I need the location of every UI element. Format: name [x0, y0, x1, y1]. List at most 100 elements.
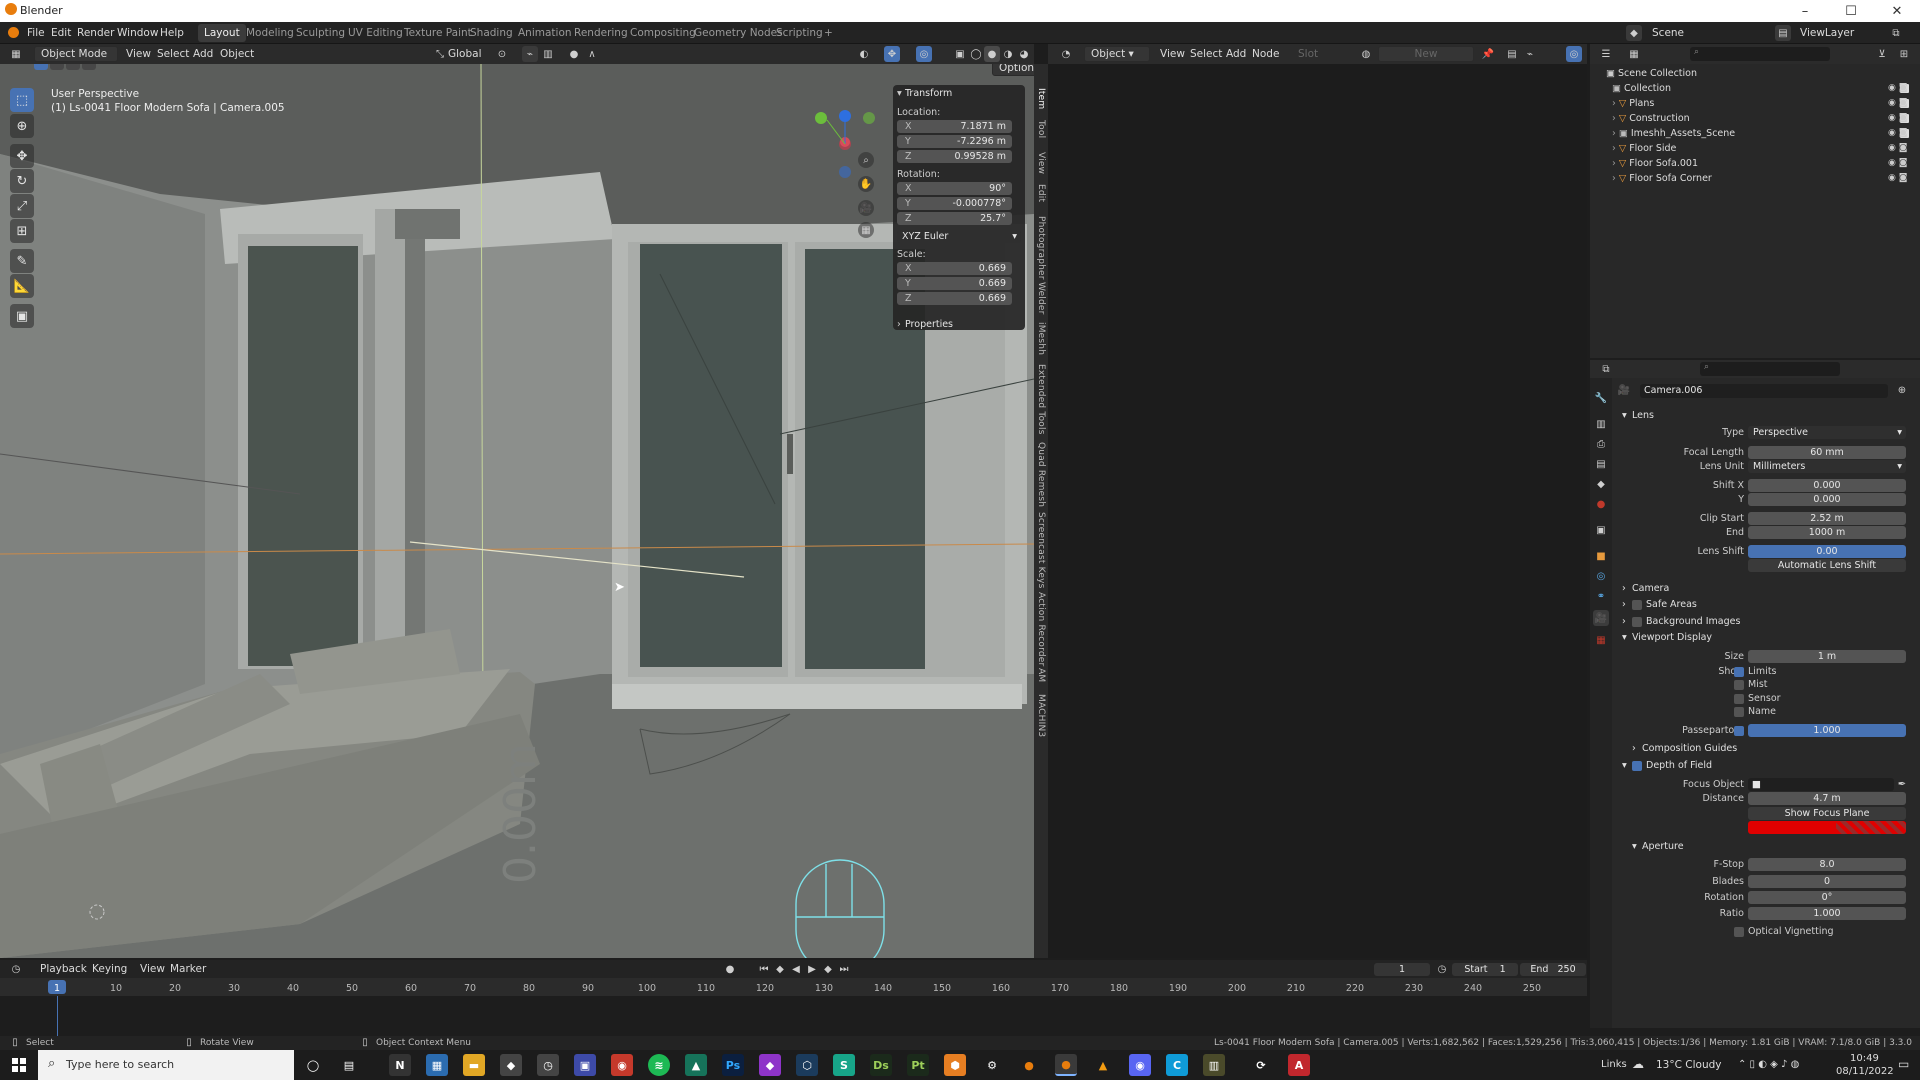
cortana-icon[interactable]: ◯ — [302, 1054, 324, 1076]
constraints-properties-icon[interactable]: ⚭ — [1593, 588, 1609, 604]
options-dropdown[interactable]: Options — [992, 64, 1034, 76]
node-menu-view[interactable]: View — [1160, 47, 1185, 61]
play-reverse-icon[interactable]: ◀ — [788, 961, 804, 977]
select-set-icon[interactable] — [34, 64, 48, 70]
eye-icon[interactable]: ◉ ◙ — [1888, 171, 1916, 186]
aperture-collapse-icon[interactable]: ▾ — [1632, 840, 1637, 853]
viewport-menu-view[interactable]: View — [126, 47, 151, 61]
tab-photographer[interactable]: Photographer — [1036, 216, 1046, 280]
node-overlay-toggle-icon[interactable]: ◎ — [1566, 46, 1582, 62]
show-focus-plane-button[interactable]: Show Focus Plane — [1748, 807, 1906, 820]
expand-icon[interactable]: › — [1612, 143, 1616, 154]
timeline-type-icon[interactable]: ◷ — [8, 961, 24, 977]
xray-icon[interactable]: ▣ — [952, 46, 968, 62]
settings-icon[interactable]: ⚙ — [981, 1054, 1003, 1076]
timeline-menu-marker[interactable]: Marker — [170, 962, 206, 976]
outliner-row-collection[interactable]: ▣ Collection — [1612, 81, 1916, 96]
mist-checkbox[interactable] — [1734, 680, 1744, 690]
eye-icon[interactable]: ◉ ◙ — [1888, 96, 1916, 111]
clip-start-field[interactable]: 2.52 m — [1748, 512, 1906, 525]
material-browse-icon[interactable]: ◍ — [1358, 46, 1374, 62]
expand-icon[interactable]: › — [1612, 128, 1616, 139]
painter-icon[interactable]: Pt — [907, 1054, 929, 1076]
output-properties-icon[interactable]: ⎙ — [1593, 436, 1609, 452]
spotify-icon[interactable]: ≋ — [648, 1054, 670, 1076]
scale-z-field[interactable]: Z 0.669 — [897, 292, 1012, 305]
camera-data-properties-icon[interactable]: 🎥 — [1593, 610, 1609, 626]
current-frame-field[interactable]: 1 — [1374, 963, 1430, 976]
designer-icon[interactable]: Ds — [870, 1054, 892, 1076]
name-checkbox[interactable] — [1734, 707, 1744, 717]
tab-extended-tools[interactable]: Extended Tools — [1036, 364, 1046, 435]
task-view-icon[interactable]: ▤ — [338, 1054, 360, 1076]
fake-user-icon[interactable]: ⊕ — [1894, 382, 1910, 398]
pivot-icon[interactable]: ⊙ — [494, 46, 510, 62]
safe-areas-expand-icon[interactable]: › — [1622, 598, 1626, 611]
node-menu-select[interactable]: Select — [1190, 47, 1222, 61]
select-box-tool[interactable]: ⬚ — [10, 88, 34, 112]
rotation-y-field[interactable]: Y -0.000778° — [897, 197, 1012, 210]
rotate-tool[interactable]: ↻ — [10, 169, 34, 193]
node-menu-add[interactable]: Add — [1226, 47, 1246, 61]
location-z-field[interactable]: Z 0.99528 m — [897, 150, 1012, 163]
view-layer-properties-icon[interactable]: ▤ — [1593, 456, 1609, 472]
scale-x-field[interactable]: X 0.669 — [897, 262, 1012, 275]
composition-guides-header[interactable]: Composition Guides — [1642, 742, 1737, 755]
snap-node-icon[interactable]: ⌁ — [1522, 46, 1538, 62]
viewport-menu-add[interactable]: Add — [193, 47, 213, 61]
network-app-icon[interactable]: ⬡ — [796, 1054, 818, 1076]
transform-collapse-icon[interactable]: ▾ — [897, 87, 902, 101]
scale-tool[interactable]: ⤢ — [10, 194, 34, 218]
render-properties-icon[interactable]: ▥ — [1593, 416, 1609, 432]
outliner-row-imeshh[interactable]: › ▣ Imeshh_Assets_Scene — [1612, 126, 1916, 141]
display-mode-icon[interactable]: ▦ — [1626, 46, 1642, 62]
viewport-display-header[interactable]: Viewport Display — [1632, 631, 1712, 644]
shift-x-field[interactable]: 0.000 — [1748, 479, 1906, 492]
focal-length-field[interactable]: 60 mm — [1748, 446, 1906, 459]
package-icon[interactable]: ⬢ — [944, 1054, 966, 1076]
dof-checkbox[interactable] — [1632, 761, 1642, 771]
blades-field[interactable]: 0 — [1748, 875, 1906, 888]
windows-start-icon[interactable] — [12, 1058, 26, 1072]
outliner-row-floor-sofa[interactable]: › ▽ Floor Sofa.001 — [1612, 156, 1916, 171]
chrome-icon[interactable]: ◉ — [611, 1054, 633, 1076]
focus-plane-color-swatch[interactable] — [1748, 821, 1836, 834]
tab-machin3[interactable]: MACHIN3 — [1036, 694, 1046, 737]
clock-app-icon[interactable]: ◷ — [537, 1054, 559, 1076]
affinity-icon[interactable]: ◆ — [759, 1054, 781, 1076]
app-icon[interactable]: ▲ — [685, 1054, 707, 1076]
sketchup-icon[interactable]: S — [833, 1054, 855, 1076]
start-frame-field[interactable]: Start 1 — [1452, 963, 1518, 976]
world-properties-icon[interactable]: ● — [1593, 496, 1609, 512]
orientation-dropdown[interactable]: Global — [448, 47, 482, 61]
eye-icon[interactable]: ◉ ◙ — [1888, 111, 1916, 126]
scene-properties-icon[interactable]: ◆ — [1593, 476, 1609, 492]
automatic-lens-shift-button[interactable]: Automatic Lens Shift — [1748, 559, 1906, 572]
next-keyframe-icon[interactable]: ◆ — [820, 961, 836, 977]
rotation-z-field[interactable]: Z 25.7° — [897, 212, 1012, 225]
add-cube-tool[interactable]: ▣ — [10, 304, 34, 328]
links-toolbar[interactable]: Links — [1601, 1058, 1627, 1072]
wireframe-shading-icon[interactable]: ◯ — [968, 46, 984, 62]
menu-edit[interactable]: Edit — [51, 26, 71, 40]
prev-keyframe-icon[interactable]: ◆ — [772, 961, 788, 977]
transform-tool[interactable]: ⊞ — [10, 219, 34, 243]
tab-welder[interactable]: Welder — [1036, 282, 1046, 315]
properties-header[interactable]: Properties — [905, 318, 953, 331]
rotation-mode-dropdown[interactable]: XYZ Euler ▾ — [897, 230, 1021, 243]
taskbar-search[interactable]: ⌕ Type here to search — [38, 1050, 294, 1080]
timeline-menu-playback[interactable]: Playback — [40, 962, 87, 976]
camera-name-field[interactable]: Camera.006 — [1640, 384, 1888, 398]
timeline-track-area[interactable] — [0, 996, 1587, 1036]
focus-distance-field[interactable]: 4.7 m — [1748, 792, 1906, 805]
overlay-toggle-icon[interactable]: ◎ — [916, 46, 932, 62]
new-material-button[interactable]: New — [1378, 46, 1474, 62]
tab-shading[interactable]: Shading — [464, 24, 519, 42]
expand-icon[interactable]: › — [1612, 113, 1616, 124]
tab-am[interactable]: AM — [1036, 668, 1046, 682]
lens-collapse-icon[interactable]: ▾ — [1622, 409, 1627, 422]
focus-plane-alpha-swatch[interactable] — [1836, 821, 1906, 834]
add-workspace-button[interactable]: + — [818, 24, 839, 42]
location-x-field[interactable]: X 7.1871 m — [897, 120, 1012, 133]
visibility-icon[interactable]: ◐ — [856, 46, 872, 62]
